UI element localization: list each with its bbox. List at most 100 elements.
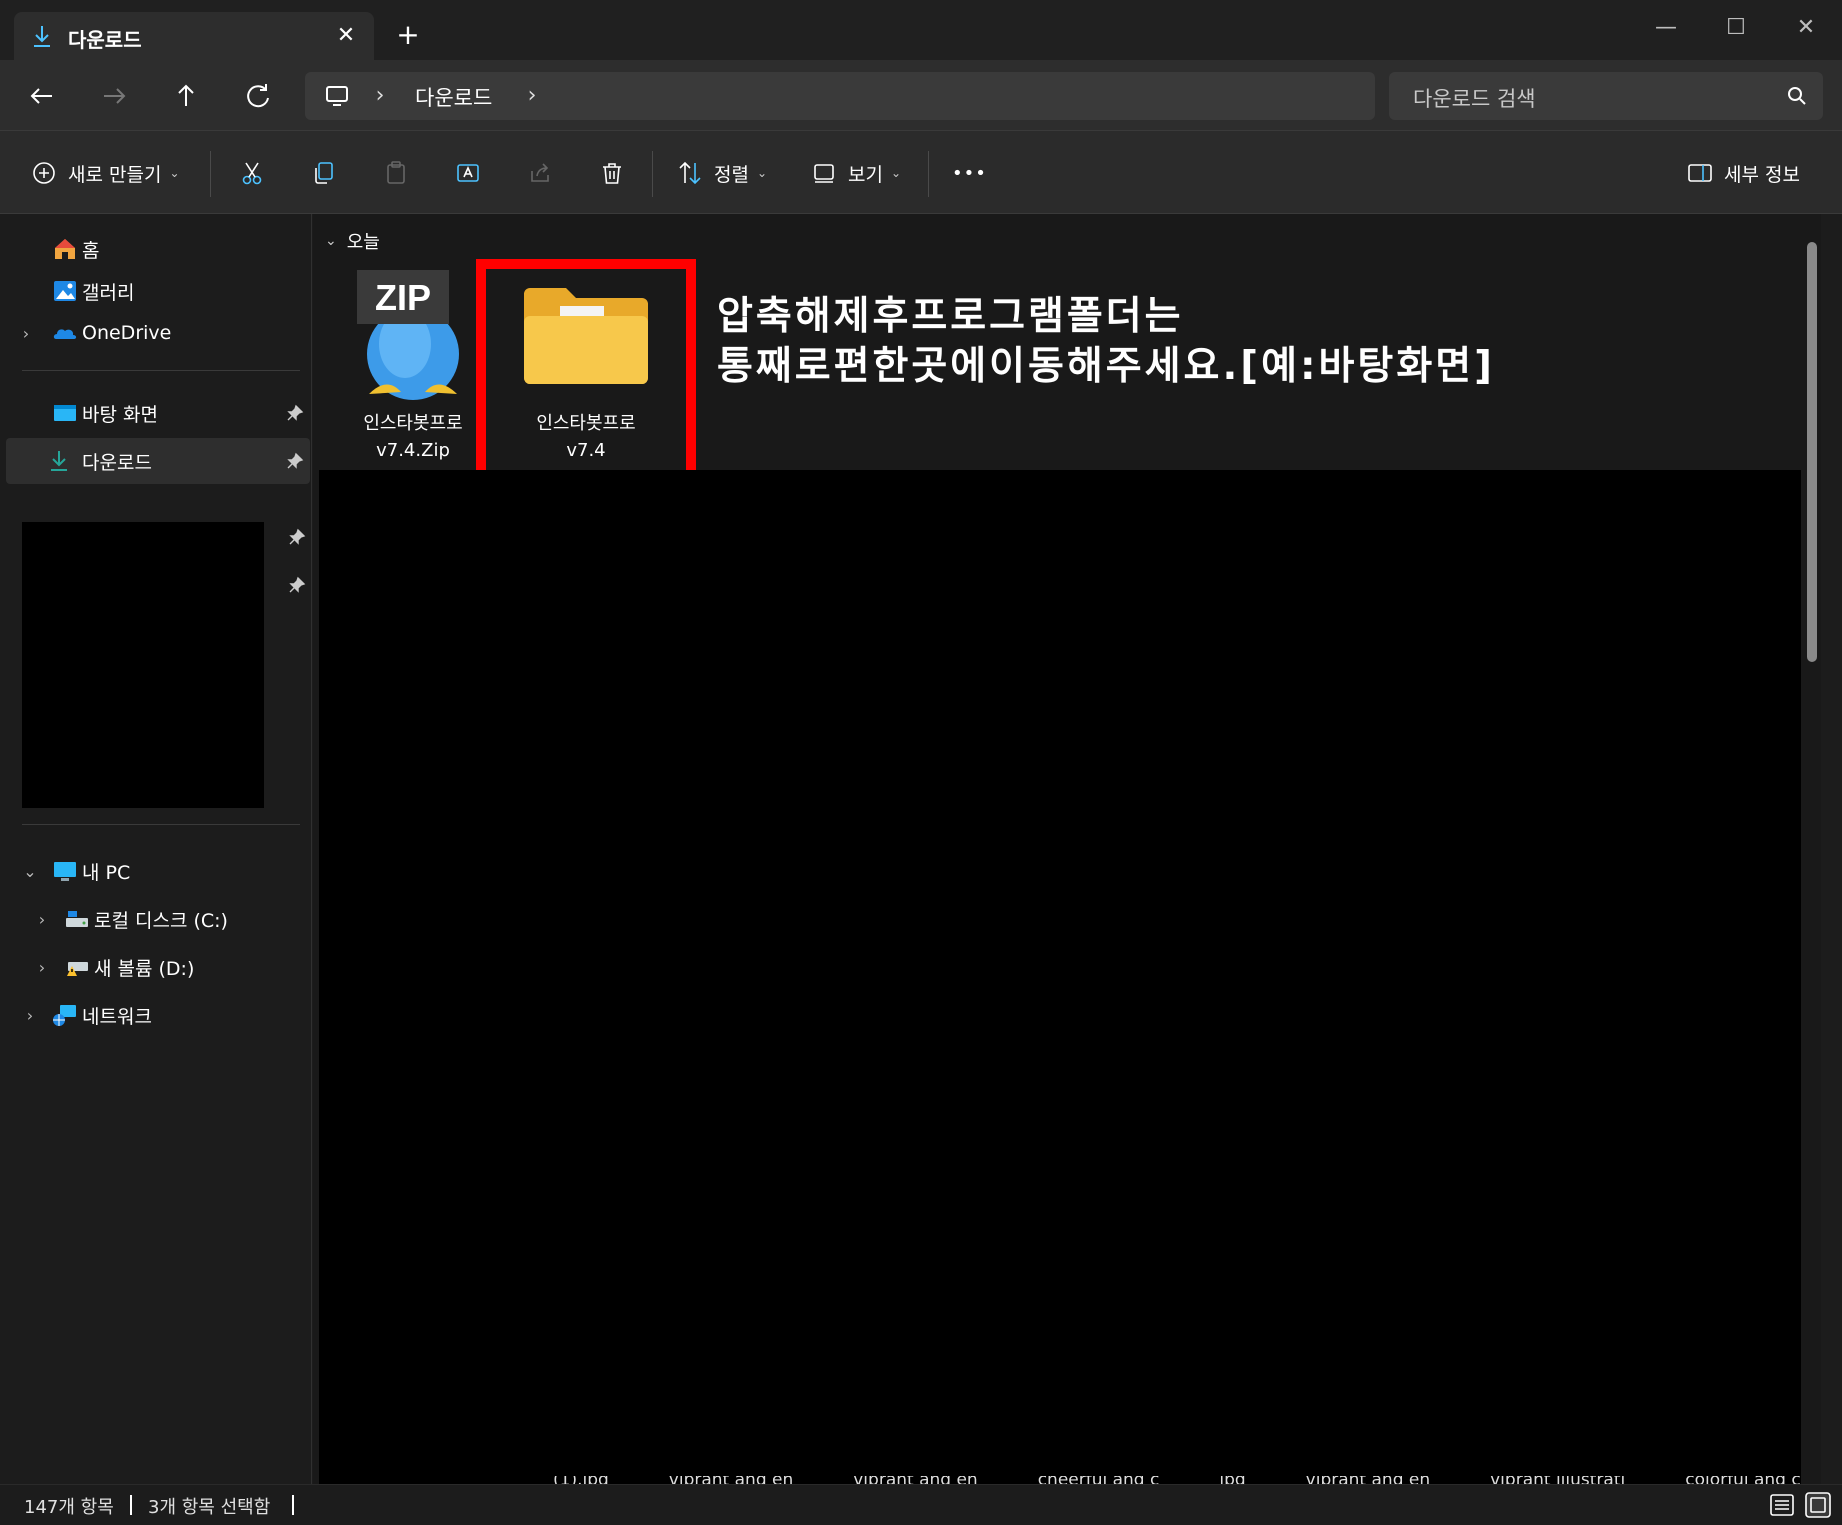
sidebar-item-gallery[interactable]: 갤러리	[6, 268, 310, 314]
delete-button[interactable]	[598, 153, 626, 193]
tab-title: 다운로드	[68, 28, 142, 52]
divider	[130, 1495, 132, 1515]
highlight-box	[476, 259, 696, 484]
window-close-button[interactable]: ✕	[1776, 8, 1836, 48]
sidebar-item-downloads[interactable]: 다운로드	[6, 438, 310, 484]
large-icons-view-icon[interactable]	[1804, 1491, 1832, 1519]
up-button[interactable]	[166, 76, 206, 116]
rename-icon	[457, 164, 479, 182]
copy-button[interactable]	[310, 153, 338, 193]
chevron-right-icon[interactable]: ›	[32, 958, 52, 977]
more-options-button[interactable]: •••	[952, 153, 987, 193]
sidebar-item-network[interactable]: › 네트워크	[6, 992, 310, 1038]
share-button[interactable]	[526, 153, 554, 193]
sidebar-item-label: 홈	[82, 239, 100, 262]
details-pane-button[interactable]: 세부 정보	[1686, 153, 1800, 193]
cut-button[interactable]	[238, 153, 266, 193]
search-placeholder: 다운로드 검색	[1413, 87, 1536, 111]
details-pane-icon	[1688, 164, 1712, 182]
rename-button[interactable]	[454, 153, 482, 193]
divider	[292, 1495, 294, 1515]
arrow-right-icon	[104, 88, 126, 104]
sidebar-item-label: 갤러리	[82, 281, 135, 304]
back-button[interactable]	[22, 76, 62, 116]
tab-downloads[interactable]: 다운로드 ✕	[14, 12, 374, 60]
breadcrumb-separator[interactable]: ›	[521, 82, 543, 110]
chevron-right-icon[interactable]: ›	[16, 324, 36, 343]
view-label: 보기	[848, 163, 883, 186]
file-item-zip[interactable]: ZIP 인스타봇프로 v7.4.Zip	[343, 264, 483, 504]
tab-close-button[interactable]: ✕	[332, 22, 360, 50]
chevron-right-icon[interactable]: ›	[20, 1006, 40, 1025]
arrow-left-icon	[30, 88, 52, 104]
computer-icon	[54, 862, 76, 881]
divider	[928, 151, 929, 197]
details-view-icon[interactable]	[1768, 1491, 1796, 1519]
ellipsis-icon: •••	[952, 162, 987, 184]
pin-icon[interactable]	[286, 452, 304, 470]
vertical-scrollbar[interactable]	[1807, 242, 1817, 662]
sidebar-item-label: 로컬 디스크 (C:)	[94, 909, 228, 932]
new-button[interactable]: 새로 만들기 ⌄	[30, 153, 180, 193]
pin-icon[interactable]	[288, 528, 306, 546]
chevron-down-icon[interactable]: ⌄	[20, 862, 40, 881]
sort-button[interactable]: 정렬 ⌄	[676, 153, 767, 193]
pin-icon[interactable]	[286, 404, 304, 422]
sidebar-item-home[interactable]: 홈	[6, 226, 310, 272]
divider	[210, 151, 211, 197]
chevron-down-icon: ⌄	[756, 166, 768, 180]
divider	[22, 370, 300, 371]
selection-count: 3개 항목 선택함	[148, 1497, 271, 1518]
download-icon	[34, 26, 50, 47]
file-name: 인스타봇프로 v7.4.Zip	[363, 413, 463, 461]
breadcrumb-downloads[interactable]: 다운로드	[415, 82, 492, 112]
pin-icon[interactable]	[288, 576, 306, 594]
refresh-icon	[247, 84, 269, 108]
clipboard-icon	[387, 161, 405, 184]
sidebar-item-drive-c[interactable]: › 로컬 디스크 (C:)	[6, 896, 310, 942]
drive-warning-icon	[67, 962, 88, 976]
navigation-pane: 홈 갤러리 › OneDrive 바탕 화면 다운로드 ⌄ 내 PC › 로컬 …	[0, 214, 312, 1484]
address-bar[interactable]: › 다운로드 ›	[305, 72, 1375, 120]
refresh-button[interactable]	[238, 76, 278, 116]
sidebar-item-label: 다운로드	[82, 451, 152, 474]
maximize-button[interactable]: ☐	[1706, 8, 1766, 48]
new-tab-button[interactable]: +	[392, 20, 424, 52]
sidebar-item-label: 내 PC	[82, 861, 131, 884]
home-icon	[55, 239, 75, 259]
onedrive-icon	[53, 329, 77, 339]
download-icon	[51, 451, 67, 471]
computer-icon	[326, 86, 348, 106]
redacted-area	[319, 470, 1801, 1484]
zip-archive-icon: ZIP	[357, 270, 459, 400]
minimize-button[interactable]: —	[1636, 8, 1696, 48]
new-button-label: 새로 만들기	[68, 163, 162, 186]
item-count: 147개 항목	[24, 1497, 114, 1518]
trash-icon	[603, 163, 621, 184]
redacted-area	[22, 522, 264, 808]
chevron-down-icon: ⌄	[169, 166, 180, 180]
gallery-icon	[54, 281, 76, 301]
divider	[22, 824, 300, 825]
drive-icon	[66, 911, 88, 927]
svg-text:ZIP: ZIP	[375, 277, 431, 318]
sidebar-item-drive-d[interactable]: › 새 볼륨 (D:)	[6, 944, 310, 990]
title-bar: 다운로드 ✕ + — ☐ ✕	[0, 0, 1842, 60]
share-icon	[531, 163, 549, 182]
arrow-up-icon	[178, 84, 194, 106]
breadcrumb-separator[interactable]: ›	[369, 82, 391, 110]
file-list: ⌄ 오늘 ZIP 인스타봇프로 v7.4.Zip 인스타봇프로 v7.4 압축해…	[313, 214, 1821, 1488]
navigation-bar: › 다운로드 › 다운로드 검색	[0, 60, 1842, 130]
sidebar-item-onedrive[interactable]: › OneDrive	[6, 310, 310, 356]
sidebar-item-desktop[interactable]: 바탕 화면	[6, 390, 310, 436]
forward-button[interactable]	[94, 76, 134, 116]
command-bar: 새로 만들기 ⌄ 정렬 ⌄ 보기 ⌄ ••• 세부 정보	[0, 130, 1842, 214]
search-input[interactable]: 다운로드 검색	[1389, 72, 1823, 120]
group-header-today[interactable]: ⌄ 오늘	[325, 228, 380, 254]
search-icon	[1788, 87, 1806, 105]
sidebar-item-this-pc[interactable]: ⌄ 내 PC	[6, 848, 310, 894]
chevron-right-icon[interactable]: ›	[32, 910, 52, 929]
view-button[interactable]: 보기 ⌄	[810, 153, 901, 193]
paste-button[interactable]	[382, 153, 410, 193]
divider	[652, 151, 653, 197]
